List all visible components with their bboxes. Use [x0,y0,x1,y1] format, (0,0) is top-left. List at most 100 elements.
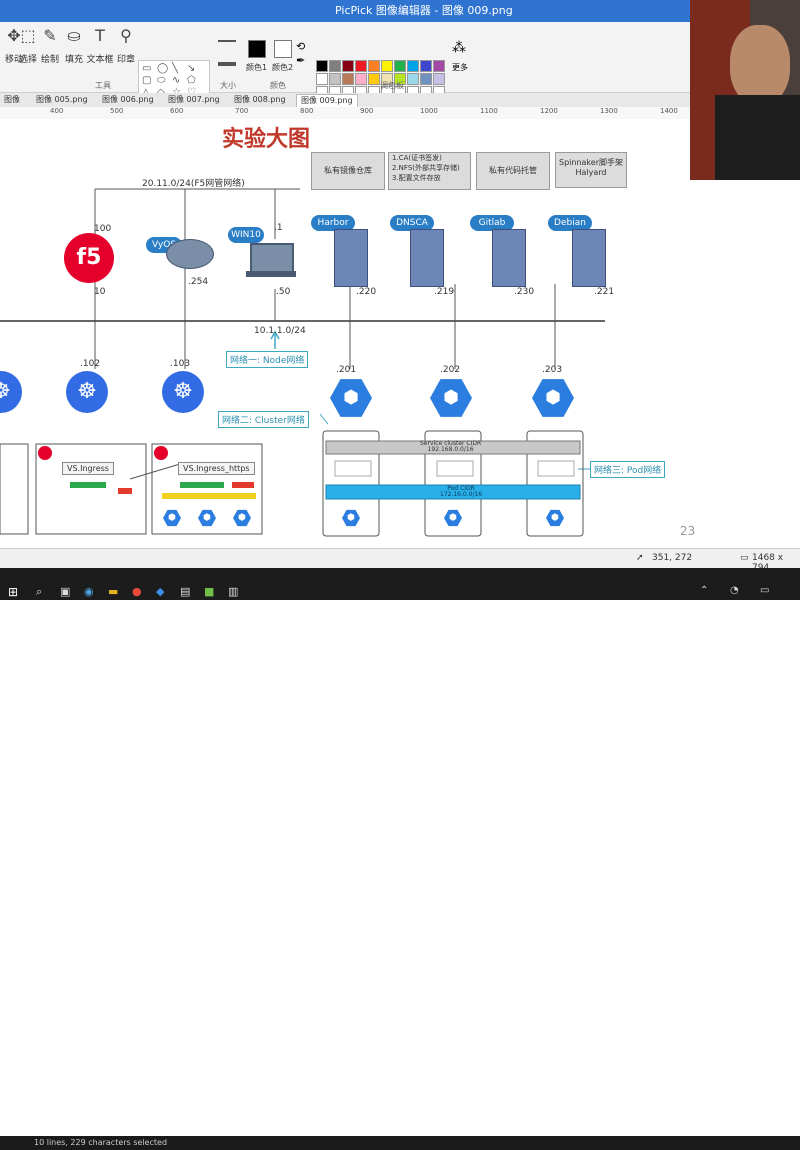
vyos-ip: .254 [188,277,209,287]
palette-swatch[interactable] [381,60,393,72]
group-tools-label: 工具 [95,81,111,90]
palette-swatch[interactable] [368,60,380,72]
line-icon[interactable]: ╲ [172,63,178,74]
color1-swatch[interactable] [248,40,266,58]
palette-swatch[interactable] [329,60,341,72]
ruler-tick: 700 [235,107,249,115]
browser-icon[interactable]: ◉ [84,585,94,598]
harbor-server-icon [334,229,368,287]
ingress2-label: VS.Ingress_https [178,462,255,475]
palette-swatch[interactable] [342,73,354,85]
palette-swatch[interactable] [342,60,354,72]
system-tray-icon[interactable]: ⌃ [700,585,708,596]
k8s-node-icon: ☸ [66,371,108,413]
rounded-rect-icon[interactable]: ▢ [142,75,151,86]
node-network-label: 网络一: Node网络 [226,351,309,368]
pod-cidr: Pod CIDR 172.16.0.0/16 [440,485,483,498]
palette-swatch[interactable] [433,73,445,85]
pod-node-ip: .203 [542,365,563,375]
tab-image-009[interactable]: 图像 009.png [296,94,358,107]
palette-swatch[interactable] [316,73,328,85]
stamp-tool-button[interactable]: ⚲ 印章 [112,26,140,65]
search-icon[interactable]: ⌕ [36,585,42,599]
curve-icon[interactable]: ∿ [172,75,180,86]
tool-label: 印章 [116,55,135,65]
document-tabs: 图像 图像 005.png 图像 006.png 图像 007.png 图像 0… [0,93,690,107]
red-bar [118,488,132,494]
palette-swatch[interactable] [407,60,419,72]
f5-small-logo [38,446,52,460]
green-bar [70,482,106,488]
tab-image-008[interactable]: 图像 008.png [230,94,290,106]
ellipse-icon[interactable]: ⬭ [157,75,166,86]
pod-node-ip: .202 [440,365,461,375]
win10-label: WIN10 [228,227,264,243]
windows-start-icon[interactable]: ⊞ [8,585,18,599]
palette-swatch[interactable] [329,73,341,85]
f5-small-logo [154,446,168,460]
cursor-coords: 351, 272 [652,553,693,563]
ruler-tick: 1100 [480,107,498,115]
win10-ip: .50 [276,287,291,297]
ingress1-label: VS.Ingress [62,462,114,475]
ruler-tick: 400 [50,107,64,115]
router-icon [166,239,214,269]
group-color-label: 颜色 [270,81,286,90]
image-canvas[interactable]: 实验大图 20.11.0/24(F5网管网络) 私有镜像仓库 1.CA(证书签发… [0,119,698,539]
debian-ip: .221 [594,287,615,297]
palette-swatch[interactable] [316,60,328,72]
palette-swatch[interactable] [355,73,367,85]
color-picker-icon[interactable]: ⟲ [296,40,305,53]
palette-swatch[interactable] [368,73,380,85]
textbox-icon: T [95,26,105,45]
group-size-label: 大小 [220,81,236,90]
terminal-icon[interactable]: ▤ [180,585,190,598]
k8s-node-ip: .103 [170,359,191,369]
app-icon[interactable]: ▥ [228,585,238,598]
ruler-tick: 800 [300,107,314,115]
app-icon[interactable]: ■ [204,585,214,598]
select-icon: ⬚ [20,26,36,45]
tool-label: 填充 [64,55,83,65]
tab-image[interactable]: 图像 [0,94,24,106]
arrow-icon[interactable]: ↘ [187,63,195,74]
palette-swatch[interactable] [394,60,406,72]
tab-image-005[interactable]: 图像 005.png [32,94,92,106]
f5-ip-bottom: 10 [94,287,106,297]
k8s-node-icon: ☸ [162,371,204,413]
tab-image-006[interactable]: 图像 006.png [98,94,158,106]
more-colors-icon[interactable]: ⁂ [452,40,466,56]
palette-swatch[interactable] [420,73,432,85]
diagram-title: 实验大图 [222,127,311,152]
polygon-icon[interactable]: ⬠ [187,75,196,86]
network-icon[interactable]: ◔ [730,585,739,596]
fill-tool-button[interactable]: ⛀ 填充 [60,26,88,65]
picpick-icon[interactable]: ◆ [156,585,164,598]
win10-ip-top: .1 [274,223,283,233]
textbox-tool-button[interactable]: T 文本框 [86,26,114,65]
stamp-icon: ⚲ [120,26,132,45]
ruler-tick: 500 [110,107,124,115]
palette-swatch[interactable] [407,73,419,85]
eyedropper-icon[interactable]: ✒ [296,54,305,67]
pod-network-label: 网络三: Pod网络 [590,461,666,478]
image-size-icon: ▭ [740,553,749,563]
circle-icon[interactable]: ◯ [157,63,168,74]
palette-swatch[interactable] [355,60,367,72]
f5-ip-top: 100 [94,224,112,234]
app-icon[interactable]: ● [132,585,142,598]
spinnaker-box: Spinnaker脚手架 Halyard [555,152,627,188]
tool-label: 文本框 [86,55,114,65]
palette-swatch[interactable] [433,60,445,72]
dnsca-ip: .219 [434,287,455,297]
status-bar: ➚ 351, 272 ▭ 1468 x 794 [0,548,800,573]
line-size-button[interactable] [218,40,236,66]
tab-image-007[interactable]: 图像 007.png [164,94,224,106]
folder-icon[interactable]: ▬ [108,585,118,598]
color2-swatch[interactable] [274,40,292,58]
gitlab-ip: .230 [514,287,535,297]
rectangle-icon[interactable]: ▭ [142,63,151,74]
palette-swatch[interactable] [420,60,432,72]
notification-icon[interactable]: ▭ [760,585,769,596]
task-view-icon[interactable]: ▣ [60,585,70,598]
